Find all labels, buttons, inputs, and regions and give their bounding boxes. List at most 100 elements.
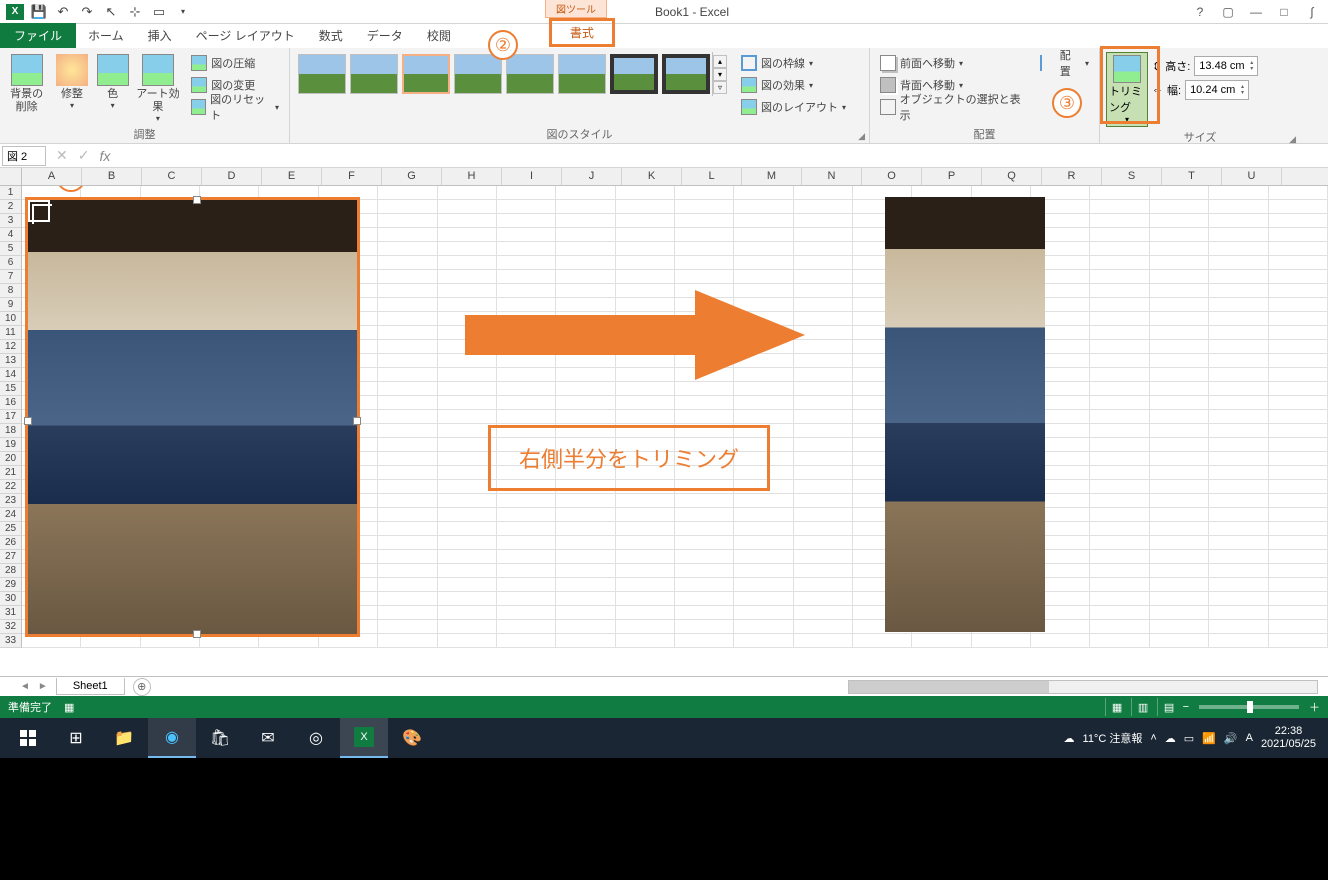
style-thumb-6[interactable] xyxy=(558,54,606,94)
row-header-19[interactable]: 19 xyxy=(0,438,22,452)
battery-icon[interactable]: ▭ xyxy=(1184,732,1194,745)
normal-view-button[interactable]: ▦ xyxy=(1105,698,1129,716)
file-explorer-icon[interactable]: 📁 xyxy=(100,718,148,758)
row-header-13[interactable]: 13 xyxy=(0,354,22,368)
row-header-29[interactable]: 29 xyxy=(0,578,22,592)
col-header-I[interactable]: I xyxy=(502,168,562,185)
col-header-O[interactable]: O xyxy=(862,168,922,185)
page-layout-view-button[interactable]: ▥ xyxy=(1131,698,1155,716)
compress-pictures-button[interactable]: 図の圧縮 xyxy=(187,52,283,74)
minimize-button[interactable]: — xyxy=(1246,3,1266,21)
picture-border-button[interactable]: 図の枠線▾ xyxy=(737,52,850,74)
row-header-31[interactable]: 31 xyxy=(0,606,22,620)
touch-icon[interactable]: ⊹ xyxy=(124,2,146,22)
start-button[interactable] xyxy=(4,718,52,758)
row-header-11[interactable]: 11 xyxy=(0,326,22,340)
style-thumb-1[interactable] xyxy=(298,54,346,94)
horizontal-scrollbar[interactable] xyxy=(159,680,1328,694)
row-header-22[interactable]: 22 xyxy=(0,480,22,494)
col-header-S[interactable]: S xyxy=(1102,168,1162,185)
style-thumb-3[interactable] xyxy=(402,54,450,94)
excel-taskbar-icon[interactable]: X xyxy=(340,718,388,758)
handle-right[interactable] xyxy=(353,417,361,425)
col-header-N[interactable]: N xyxy=(802,168,862,185)
col-header-J[interactable]: J xyxy=(562,168,622,185)
help-button[interactable]: ? xyxy=(1190,3,1210,21)
row-header-1[interactable]: 1 xyxy=(0,186,22,200)
row-header-28[interactable]: 28 xyxy=(0,564,22,578)
row-header-15[interactable]: 15 xyxy=(0,382,22,396)
onedrive-icon[interactable]: ☁ xyxy=(1165,732,1176,745)
row-header-17[interactable]: 17 xyxy=(0,410,22,424)
tab-file[interactable]: ファイル xyxy=(0,23,76,48)
width-input[interactable]: 10.24 cm▴▾ xyxy=(1185,80,1249,100)
zoom-slider[interactable] xyxy=(1199,705,1299,709)
selected-picture[interactable] xyxy=(25,197,360,637)
row-header-3[interactable]: 3 xyxy=(0,214,22,228)
fx-icon[interactable]: fx xyxy=(99,148,110,164)
row-header-32[interactable]: 32 xyxy=(0,620,22,634)
style-thumb-4[interactable] xyxy=(454,54,502,94)
col-header-H[interactable]: H xyxy=(442,168,502,185)
undo-icon[interactable]: ↶ xyxy=(52,2,74,22)
volume-icon[interactable]: 🔊 xyxy=(1224,732,1238,745)
tab-view[interactable] xyxy=(463,40,487,48)
enter-icon[interactable]: ✓ xyxy=(78,147,90,164)
sheet-tab-1[interactable]: Sheet1 xyxy=(56,678,125,695)
picture-layout-button[interactable]: 図のレイアウト▾ xyxy=(737,96,850,118)
tab-data[interactable]: データ xyxy=(355,23,415,48)
row-header-5[interactable]: 5 xyxy=(0,242,22,256)
row-header-25[interactable]: 25 xyxy=(0,522,22,536)
row-header-8[interactable]: 8 xyxy=(0,284,22,298)
chrome-icon[interactable]: ◎ xyxy=(292,718,340,758)
row-header-10[interactable]: 10 xyxy=(0,312,22,326)
style-thumb-2[interactable] xyxy=(350,54,398,94)
row-header-9[interactable]: 9 xyxy=(0,298,22,312)
share-button[interactable]: ∫ xyxy=(1302,3,1322,21)
row-header-33[interactable]: 33 xyxy=(0,634,22,648)
row-header-2[interactable]: 2 xyxy=(0,200,22,214)
tab-format[interactable]: 書式 xyxy=(549,18,615,47)
zoom-out-button[interactable]: − xyxy=(1183,701,1189,713)
wifi-icon[interactable]: 📶 xyxy=(1202,732,1216,745)
macro-record-icon[interactable]: ▦ xyxy=(64,701,74,714)
corrections-button[interactable]: 修整▾ xyxy=(51,52,92,111)
row-header-20[interactable]: 20 xyxy=(0,452,22,466)
col-header-L[interactable]: L xyxy=(682,168,742,185)
row-header-27[interactable]: 27 xyxy=(0,550,22,564)
row-header-14[interactable]: 14 xyxy=(0,368,22,382)
col-header-B[interactable]: B xyxy=(82,168,142,185)
handle-top[interactable] xyxy=(193,196,201,204)
picture-effects-button[interactable]: 図の効果▾ xyxy=(737,74,850,96)
col-header-P[interactable]: P xyxy=(922,168,982,185)
col-header-R[interactable]: R xyxy=(1042,168,1102,185)
handle-left[interactable] xyxy=(24,417,32,425)
row-header-12[interactable]: 12 xyxy=(0,340,22,354)
picture-style-gallery[interactable]: ▴▾▿ xyxy=(296,52,727,96)
edge-icon[interactable]: ◉ xyxy=(148,718,196,758)
weather-text[interactable]: 11°C 注意報 xyxy=(1083,730,1143,746)
add-sheet-button[interactable]: ⊕ xyxy=(133,678,151,696)
task-view-button[interactable]: ⊞ xyxy=(52,718,100,758)
redo-icon[interactable]: ↷ xyxy=(76,2,98,22)
reset-picture-button[interactable]: 図のリセット▾ xyxy=(187,96,283,118)
artistic-effects-button[interactable]: アート効果▾ xyxy=(133,52,184,124)
save-icon[interactable]: 💾 xyxy=(28,2,50,22)
height-input[interactable]: 13.48 cm▴▾ xyxy=(1194,56,1258,76)
tray-chevron-icon[interactable]: ˄ xyxy=(1150,732,1156,744)
row-header-18[interactable]: 18 xyxy=(0,424,22,438)
tab-insert[interactable]: 挿入 xyxy=(136,23,184,48)
cursor-icon[interactable]: ↖ xyxy=(100,2,122,22)
row-header-30[interactable]: 30 xyxy=(0,592,22,606)
col-header-D[interactable]: D xyxy=(202,168,262,185)
tab-page-layout[interactable]: ページ レイアウト xyxy=(184,23,307,48)
col-header-U[interactable]: U xyxy=(1222,168,1282,185)
sheet-nav-next[interactable]: ► xyxy=(38,681,48,692)
col-header-Q[interactable]: Q xyxy=(982,168,1042,185)
tab-home[interactable]: ホーム xyxy=(76,23,136,48)
weather-icon[interactable]: ☁ xyxy=(1064,732,1075,745)
style-thumb-8[interactable] xyxy=(662,54,710,94)
col-header-F[interactable]: F xyxy=(322,168,382,185)
col-header-G[interactable]: G xyxy=(382,168,442,185)
col-header-K[interactable]: K xyxy=(622,168,682,185)
